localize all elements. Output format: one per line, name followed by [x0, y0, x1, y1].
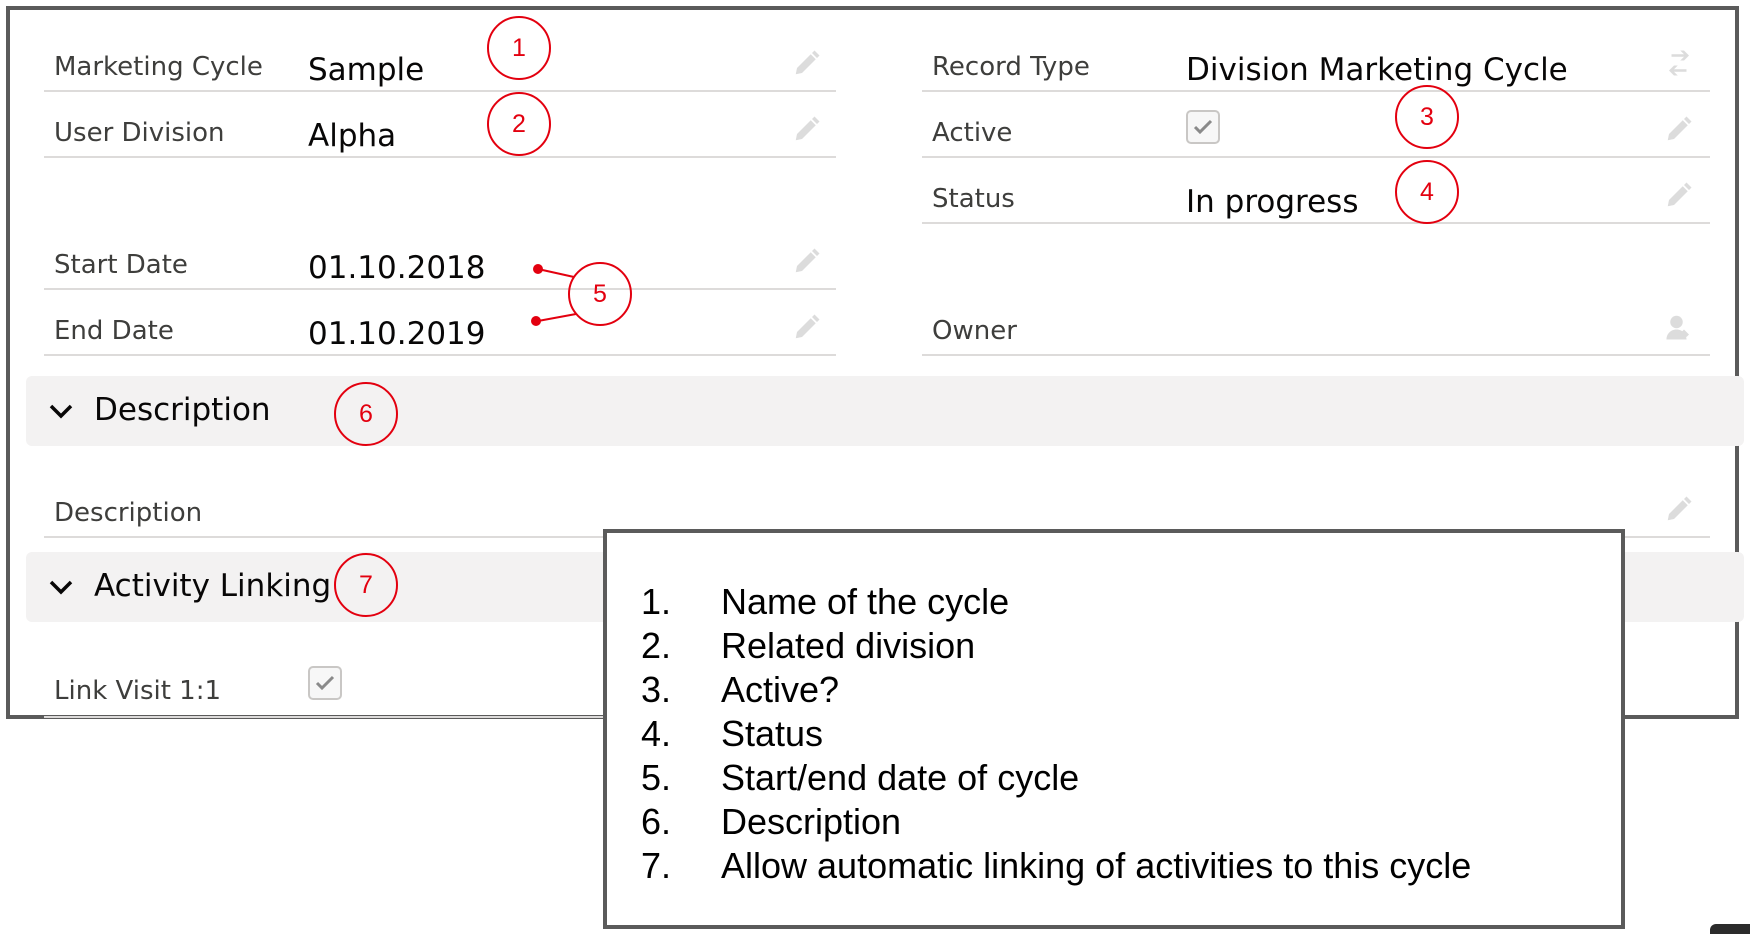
legend-number: 5.	[641, 757, 672, 798]
legend-box: 1. Name of the cycle 2. Related division…	[603, 529, 1625, 929]
legend-text: Name of the cycle	[721, 581, 1010, 622]
legend-text: Allow automatic linking of activities to…	[721, 845, 1472, 886]
legend-text: Status	[721, 713, 824, 754]
legend-number: 6.	[641, 801, 672, 842]
legend-number: 1.	[641, 581, 672, 622]
legend-number: 4.	[641, 713, 672, 754]
legend-text: Description	[721, 801, 902, 842]
legend-number: 7.	[641, 845, 672, 886]
legend-text: Start/end date of cycle	[721, 757, 1080, 798]
legend-text: Related division	[721, 625, 976, 666]
legend-number: 3.	[641, 669, 672, 710]
corner-edge-decoration	[1710, 924, 1750, 934]
legend-text: Active?	[721, 669, 840, 710]
legend-number: 2.	[641, 625, 672, 666]
